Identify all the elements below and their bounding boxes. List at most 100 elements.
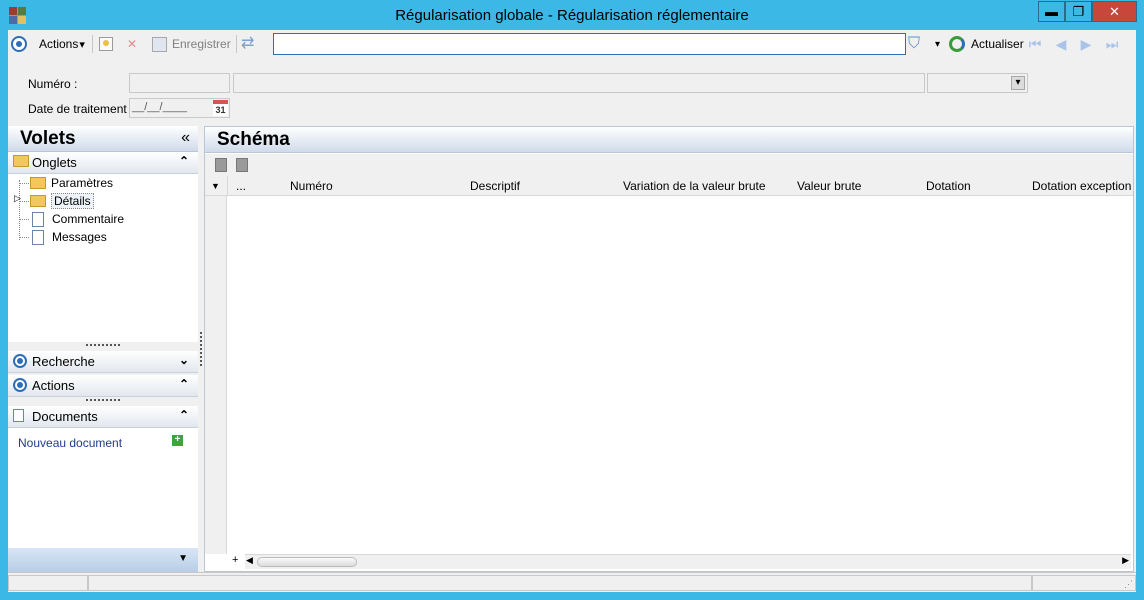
column-header-dotation[interactable]: Dotation <box>926 179 971 193</box>
status-bar: ⋰ <box>8 572 1136 592</box>
row-menu-icon[interactable]: ▼ <box>211 181 220 191</box>
previous-record-icon[interactable]: ◀ <box>1053 36 1069 52</box>
panel-footer: ▼ <box>8 548 198 572</box>
date-field[interactable]: __/__/____ 31 <box>129 98 230 118</box>
column-header-valeur-brute[interactable]: Valeur brute <box>797 179 861 193</box>
search-section-header[interactable]: Recherche ⌄ <box>8 351 198 373</box>
collapse-section-icon[interactable]: ⌃ <box>179 154 189 168</box>
save-button[interactable]: Enregistrer <box>152 34 231 54</box>
schema-title: Schéma <box>217 129 290 150</box>
tree-item-details[interactable]: Détails <box>30 192 94 210</box>
actions-menu-label: Actions <box>39 37 79 51</box>
toolbar: Actions ▾ ✕ Enregistrer ⇄ ⛉ ▾ Actualiser… <box>8 30 1136 58</box>
tree-item-label: Détails <box>51 193 94 209</box>
title-bar[interactable]: Régularisation globale - Régularisation … <box>0 0 1144 30</box>
grid-edit-icon[interactable] <box>236 158 248 172</box>
new-document-link[interactable]: Nouveau document <box>18 436 122 450</box>
chevron-down-icon[interactable]: ▼ <box>178 553 188 564</box>
delete-icon: ✕ <box>126 37 138 51</box>
tabs-section-header[interactable]: Onglets ⌃ <box>8 152 198 174</box>
tree-connector <box>19 237 29 238</box>
folder-icon <box>13 155 34 167</box>
refresh-icon <box>949 36 965 52</box>
refresh-label: Actualiser <box>971 37 1024 51</box>
column-header-descriptif[interactable]: Descriptif <box>470 179 520 193</box>
grid-new-icon[interactable] <box>215 158 227 172</box>
search-input-wrapper <box>273 33 906 55</box>
next-record-icon[interactable]: ▶ <box>1078 36 1094 52</box>
splitter-grip[interactable] <box>86 344 120 347</box>
scroll-right-icon[interactable]: ▶ <box>1122 555 1129 566</box>
add-document-icon[interactable]: + <box>172 435 183 446</box>
new-icon <box>99 37 113 51</box>
first-record-icon[interactable]: ⏮ <box>1027 36 1043 52</box>
schema-header: Schéma <box>205 127 1133 153</box>
close-button[interactable]: ✕ <box>1092 1 1137 22</box>
calendar-icon[interactable]: 31 <box>213 100 228 116</box>
refresh-button[interactable]: Actualiser <box>949 34 1024 54</box>
search-input[interactable] <box>274 34 905 54</box>
date-label: Date de traitement : <box>28 102 134 116</box>
main-menu-icon[interactable] <box>11 34 27 54</box>
numero-field[interactable] <box>129 73 230 93</box>
delete-button[interactable]: ✕ <box>126 34 138 54</box>
description-field[interactable] <box>233 73 925 93</box>
tree-item-parametres[interactable]: Paramètres <box>30 174 113 192</box>
tree-item-label: Messages <box>52 230 107 244</box>
grid-toolbar <box>205 154 1133 176</box>
search-section-icon <box>13 354 27 368</box>
actions-section-icon <box>13 378 27 392</box>
actions-menu-button[interactable]: Actions ▾ <box>39 34 85 54</box>
panel-title: Volets <box>20 128 76 149</box>
grid-header: ▼ ... Numéro Descriptif Variation de la … <box>205 176 1133 196</box>
tree-item-commentaire[interactable]: Commentaire <box>30 210 124 228</box>
new-button[interactable] <box>99 34 113 54</box>
horizontal-scrollbar[interactable]: ◀ ▶ <box>245 554 1131 569</box>
collapse-panel-icon[interactable]: « <box>181 129 190 147</box>
column-header-more[interactable]: ... <box>236 179 246 193</box>
toolbar-divider <box>92 35 93 53</box>
splitter-grip[interactable] <box>86 399 120 402</box>
status-cell <box>88 575 1032 591</box>
add-row-icon[interactable]: + <box>232 554 238 566</box>
expand-section-icon[interactable]: ⌄ <box>179 353 189 367</box>
scrollbar-thumb[interactable] <box>257 557 357 567</box>
actions-section-header[interactable]: Actions ⌃ <box>8 375 198 397</box>
column-header-numero[interactable]: Numéro <box>290 179 333 193</box>
tabs-section-label: Onglets <box>32 155 77 170</box>
collapse-section-icon[interactable]: ⌃ <box>179 377 189 391</box>
search-section-label: Recherche <box>32 354 95 369</box>
save-icon <box>152 36 167 52</box>
tree-item-label: Commentaire <box>52 212 125 226</box>
minimize-button[interactable]: ▬ <box>1038 1 1065 22</box>
sync-button[interactable]: ⇄ <box>241 34 254 54</box>
tree-connector <box>19 180 20 240</box>
last-record-icon[interactable]: ⏭ <box>1104 36 1120 52</box>
type-select[interactable]: ▾ <box>927 73 1028 93</box>
documents-list: Nouveau document + <box>8 428 198 548</box>
column-header-variation[interactable]: Variation de la valeur brute <box>623 179 766 193</box>
filter-icon[interactable]: ⛉ <box>908 34 920 54</box>
folder-icon <box>30 177 46 189</box>
collapse-section-icon[interactable]: ⌃ <box>179 408 189 422</box>
row-gutter <box>205 196 227 554</box>
maximize-button[interactable]: ❐ <box>1065 1 1092 22</box>
panel-header: Volets « <box>8 126 198 152</box>
filter-dropdown-icon[interactable]: ▾ <box>935 34 940 54</box>
tree-connector <box>19 183 29 184</box>
document-icon <box>32 211 44 227</box>
expand-icon[interactable]: ▷ <box>14 193 21 204</box>
chevron-down-icon: ▾ <box>1011 76 1025 90</box>
record-form: Numéro : ▾ Date de traitement : __/__/__… <box>8 64 1136 120</box>
tree-item-label: Paramètres <box>51 176 114 190</box>
tabs-tree: Paramètres ▷ Détails Commentaire Message… <box>8 174 198 342</box>
sync-icon: ⇄ <box>241 35 255 52</box>
tree-item-messages[interactable]: Messages <box>30 228 107 246</box>
documents-section-label: Documents <box>32 409 98 424</box>
chevron-down-icon: ▾ <box>79 38 85 51</box>
schema-grid: ▼ ... Numéro Descriptif Variation de la … <box>205 176 1133 571</box>
scroll-left-icon[interactable]: ◀ <box>246 555 253 566</box>
resize-grip-icon[interactable]: ⋰ <box>1124 579 1133 590</box>
column-header-dotation-exception[interactable]: Dotation exception <box>1032 179 1131 193</box>
documents-section-header[interactable]: Documents ⌃ <box>8 406 198 428</box>
